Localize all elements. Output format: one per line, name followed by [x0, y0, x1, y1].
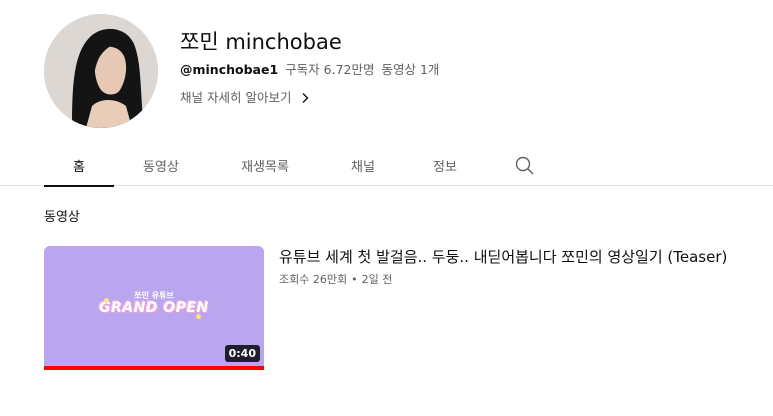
thumbnail-title: GRAND OPEN: [99, 300, 209, 316]
channel-tabs: 홈 동영상 재생목록 채널 정보: [0, 145, 773, 187]
video-count: 동영상 1개: [381, 62, 440, 77]
chevron-right-icon: [302, 93, 309, 103]
video-views: 조회수 26만회: [279, 273, 348, 286]
meta-separator-dot: •: [351, 272, 358, 286]
avatar[interactable]: [44, 14, 158, 128]
channel-name: 쪼민 minchobae: [180, 30, 342, 54]
tab-home-label: 홈: [73, 160, 85, 175]
channel-meta: @minchobae1 구독자 6.72만명 동영상 1개: [180, 61, 439, 79]
tab-videos[interactable]: 동영상: [128, 145, 194, 186]
tab-playlists-label: 재생목록: [241, 160, 289, 175]
sparkle-icon: [104, 298, 109, 303]
video-title[interactable]: 유튜브 세계 첫 발걸음.. 두둥.. 내딛어봅니다 쪼민의 영상일기 (Tea…: [279, 246, 749, 268]
subscriber-count: 구독자 6.72만명: [285, 62, 375, 77]
sparkle-icon: [196, 314, 201, 319]
tab-videos-label: 동영상: [143, 160, 179, 175]
channel-handle: @minchobae1: [180, 62, 279, 77]
video-meta: 조회수 26만회 • 2일 전: [279, 271, 749, 287]
tab-channels-label: 채널: [351, 160, 375, 175]
video-duration: 0:40: [224, 345, 260, 362]
tab-playlists[interactable]: 재생목록: [226, 145, 304, 186]
section-title: 동영상: [44, 210, 80, 225]
video-age: 2일 전: [361, 273, 393, 286]
tab-about[interactable]: 정보: [420, 145, 470, 186]
tab-channels[interactable]: 채널: [338, 145, 388, 186]
channel-more-link[interactable]: 채널 자세히 알아보기: [180, 89, 439, 107]
channel-more-label: 채널 자세히 알아보기: [180, 90, 292, 105]
channel-header: 쪼민 minchobae @minchobae1 구독자 6.72만명 동영상 …: [0, 0, 773, 140]
search-icon[interactable]: [514, 155, 536, 177]
watch-progress-bar: [44, 366, 264, 370]
avatar-image: [44, 14, 158, 128]
tab-about-label: 정보: [433, 160, 457, 175]
video-thumbnail[interactable]: 쪼민 유튜브 GRAND OPEN 0:40: [44, 246, 264, 370]
tab-home[interactable]: 홈: [44, 145, 114, 187]
